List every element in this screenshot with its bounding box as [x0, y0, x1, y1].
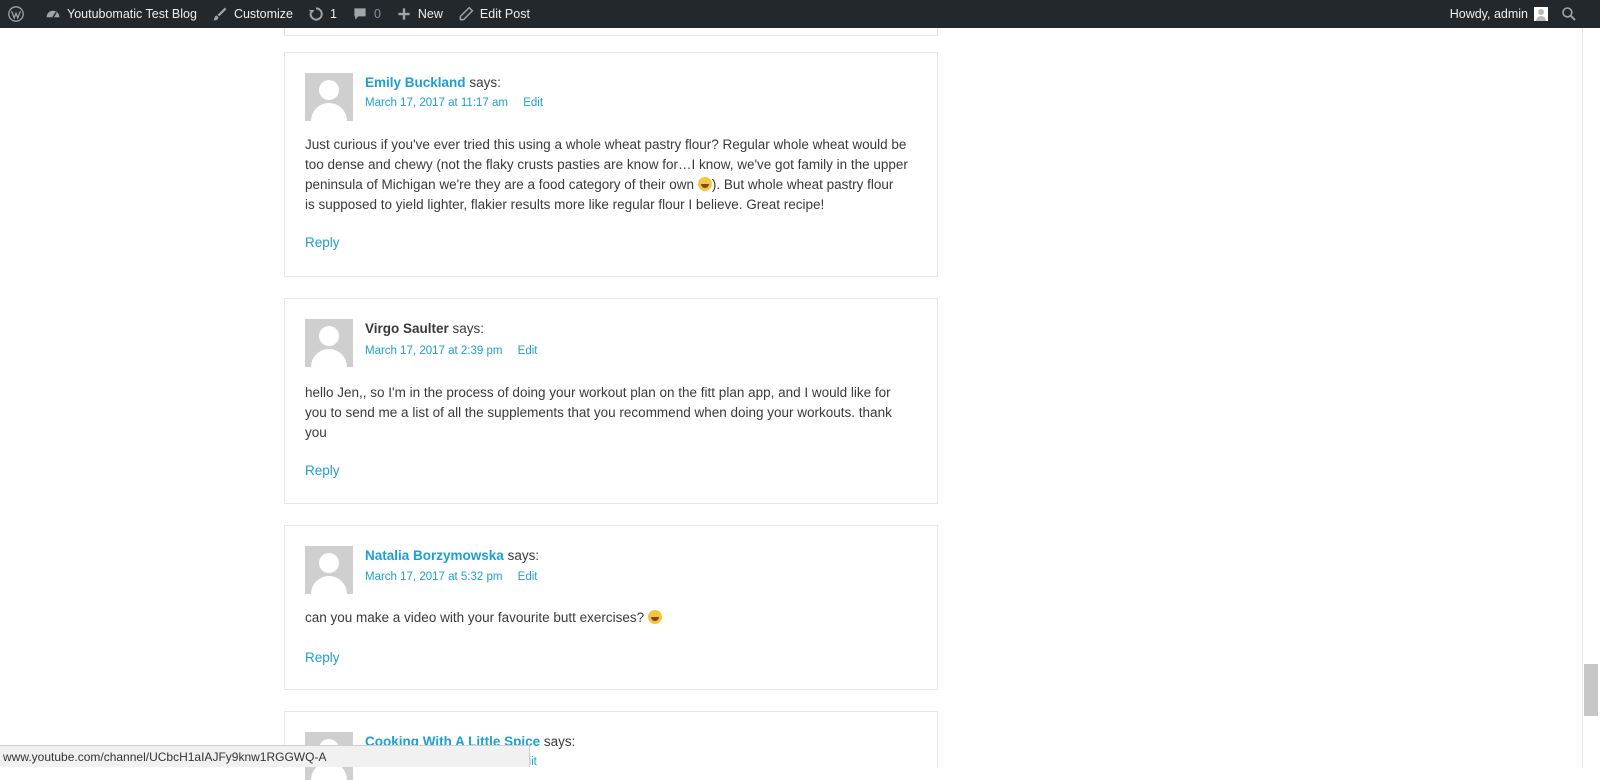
comment-line-text: can you make a video with your favourite…	[305, 610, 645, 625]
comment-line: too dense and chewy (not the flaky crust…	[305, 157, 908, 172]
updates-link[interactable]: 1	[300, 0, 344, 28]
scrollbar-thumb[interactable]	[1584, 664, 1598, 716]
plus-icon	[395, 5, 413, 23]
comment-line-text: ). But whole wheat pastry flour	[711, 177, 894, 192]
says-label: says:	[469, 75, 501, 90]
comment-line: Just curious if you've ever tried this u…	[305, 137, 907, 152]
comment-card: Emily Buckland says: March 17, 2017 at 1…	[284, 52, 938, 277]
comment-line: you to send me a list of all the supplem…	[305, 405, 892, 420]
grin-emoji-icon	[647, 610, 662, 624]
says-label: says:	[452, 321, 485, 336]
customize-label: Customize	[233, 7, 293, 21]
updates-count: 1	[330, 7, 337, 21]
comment-line: can you make a video with your favourite…	[305, 608, 917, 628]
comment-body: can you make a video with your favourite…	[305, 608, 917, 628]
comment-meta: Virgo Saulter says:	[365, 321, 484, 336]
reply-link[interactable]: Reply	[305, 463, 340, 478]
howdy-label: Howdy, admin	[1449, 7, 1528, 21]
comment-edit-link[interactable]: Edit	[518, 571, 538, 583]
avatar	[305, 73, 353, 121]
smile-emoji-icon	[697, 177, 712, 191]
reply-link[interactable]: Reply	[305, 650, 340, 665]
comment-date-link[interactable]: March 17, 2017 at 2:39 pm	[365, 345, 502, 357]
comment-author: Virgo Saulter	[365, 321, 449, 336]
comment-date-line: March 17, 2017 at 11:17 am Edit	[365, 97, 543, 109]
site-name: Youtubomatic Test Blog	[67, 7, 197, 21]
says-label: says:	[543, 734, 576, 749]
scrollbar-track[interactable]	[1582, 28, 1600, 768]
comment-author-link[interactable]: Emily Buckland	[365, 75, 466, 90]
comment-meta: Emily Buckland says:	[365, 75, 501, 90]
comment-line: is supposed to yield lighter, flakier re…	[305, 197, 825, 212]
comment-edit-link[interactable]: Edit	[518, 345, 538, 357]
new-label: New	[417, 7, 443, 21]
edit-post-label: Edit Post	[479, 7, 530, 21]
comment-icon	[351, 5, 369, 23]
brush-icon	[211, 5, 229, 23]
comment-author-link[interactable]: Natalia Borzymowska	[365, 548, 504, 563]
says-label: says:	[507, 548, 540, 563]
customize-link[interactable]: Customize	[204, 0, 300, 28]
avatar	[305, 546, 353, 594]
new-content-menu[interactable]: New	[388, 0, 450, 28]
comment-date-link[interactable]: March 17, 2017 at 5:32 pm	[365, 571, 502, 583]
pencil-icon	[457, 5, 475, 23]
comment-line: peninsula of Michigan we're they are a f…	[305, 175, 917, 195]
comment-card: Natalia Borzymowska says: March 17, 2017…	[284, 525, 938, 690]
comments-link[interactable]: 0	[344, 0, 388, 28]
dashboard-icon	[44, 5, 62, 23]
admin-bar: Youtubomatic Test Blog Customize 1 0 New…	[0, 0, 1600, 28]
scroll-up-arrow[interactable]	[1584, 30, 1598, 42]
search-icon	[1560, 5, 1578, 23]
previous-comment-edge	[284, 28, 938, 36]
avatar	[305, 319, 353, 367]
reply-link[interactable]: Reply	[305, 235, 340, 250]
comment-edit-link[interactable]: Edit	[523, 97, 543, 109]
comment-meta: Natalia Borzymowska says:	[365, 548, 539, 563]
browser-status-bar: www.youtube.com/channel/UCbcH1aIAJFy9knw…	[0, 745, 530, 767]
comment-line: you	[305, 425, 327, 440]
wp-logo-menu[interactable]	[0, 0, 37, 28]
site-name-menu[interactable]: Youtubomatic Test Blog	[37, 0, 204, 28]
edit-post-link[interactable]: Edit Post	[450, 0, 537, 28]
admin-avatar	[1534, 7, 1548, 21]
comment-line-text: peninsula of Michigan we're they are a f…	[305, 177, 695, 192]
my-account-menu[interactable]: Howdy, admin	[1443, 0, 1558, 28]
wordpress-icon	[7, 5, 25, 23]
comment-body: hello Jen,, so I'm in the process of doi…	[305, 383, 917, 443]
search-button[interactable]	[1558, 0, 1580, 28]
comment-date-line: March 17, 2017 at 2:39 pm Edit	[365, 345, 537, 357]
comment-date-link[interactable]: March 17, 2017 at 11:17 am	[365, 97, 508, 109]
update-icon	[307, 5, 325, 23]
comment-line: hello Jen,, so I'm in the process of doi…	[305, 385, 891, 400]
comment-body: Just curious if you've ever tried this u…	[305, 135, 917, 215]
comment-date-line: March 17, 2017 at 5:32 pm Edit	[365, 571, 537, 583]
status-url: www.youtube.com/channel/UCbcH1aIAJFy9knw…	[3, 750, 327, 764]
comment-card: Virgo Saulter says: March 17, 2017 at 2:…	[284, 298, 938, 504]
comments-count: 0	[373, 7, 381, 21]
